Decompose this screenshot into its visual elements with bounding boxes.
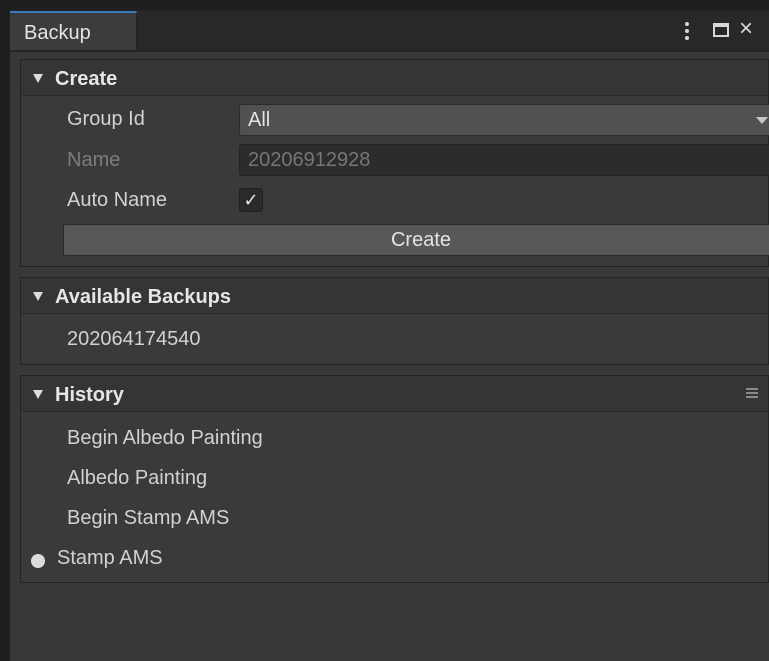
name-label: Name xyxy=(67,149,121,171)
available-backups-title: Available Backups xyxy=(55,286,232,308)
history-header[interactable]: History xyxy=(21,376,768,412)
auto-name-checkbox[interactable]: ✓ xyxy=(239,188,263,212)
group-id-label: Group Id xyxy=(67,108,145,130)
name-input[interactable] xyxy=(240,145,769,175)
backup-window: Backup × Create Group Id All Name Auto N… xyxy=(10,10,769,661)
tab-backup-label: Backup xyxy=(24,22,91,44)
history-section: History Begin Albedo Painting Albedo Pai… xyxy=(20,375,769,583)
window-controls: × xyxy=(679,11,769,51)
create-section: Create Group Id All Name Auto Name ✓ Cre… xyxy=(20,59,769,267)
group-id-dropdown[interactable]: All xyxy=(239,104,769,136)
foldout-triangle-icon[interactable] xyxy=(33,390,43,399)
history-item[interactable]: Begin Albedo Painting xyxy=(67,427,263,450)
create-button-label: Create xyxy=(390,229,452,251)
dropdown-arrow-icon xyxy=(756,117,768,124)
checkmark-icon: ✓ xyxy=(243,190,259,210)
create-section-header[interactable]: Create xyxy=(21,60,768,96)
tab-bar: Backup × xyxy=(10,11,769,52)
history-item[interactable]: Begin Stamp AMS xyxy=(67,507,229,530)
available-backups-header[interactable]: Available Backups xyxy=(21,278,768,314)
name-field[interactable] xyxy=(239,144,769,176)
foldout-triangle-icon[interactable] xyxy=(33,292,43,301)
tab-backup[interactable]: Backup xyxy=(10,11,137,50)
maximize-icon[interactable] xyxy=(713,23,729,37)
history-item[interactable]: Albedo Painting xyxy=(67,467,207,490)
available-backups-section: Available Backups 202064174540 xyxy=(20,277,769,365)
history-item-current[interactable]: Stamp AMS xyxy=(57,547,163,570)
current-state-bullet-icon xyxy=(31,554,45,568)
close-icon[interactable]: × xyxy=(739,17,753,41)
history-title: History xyxy=(55,384,124,406)
create-button[interactable]: Create xyxy=(63,224,769,256)
backup-item[interactable]: 202064174540 xyxy=(67,328,200,351)
group-id-value: All xyxy=(248,109,271,131)
create-section-title: Create xyxy=(55,68,118,90)
auto-name-label: Auto Name xyxy=(67,189,168,211)
kebab-menu-icon[interactable] xyxy=(685,22,689,40)
foldout-triangle-icon[interactable] xyxy=(33,74,43,83)
list-menu-icon[interactable] xyxy=(746,388,758,398)
